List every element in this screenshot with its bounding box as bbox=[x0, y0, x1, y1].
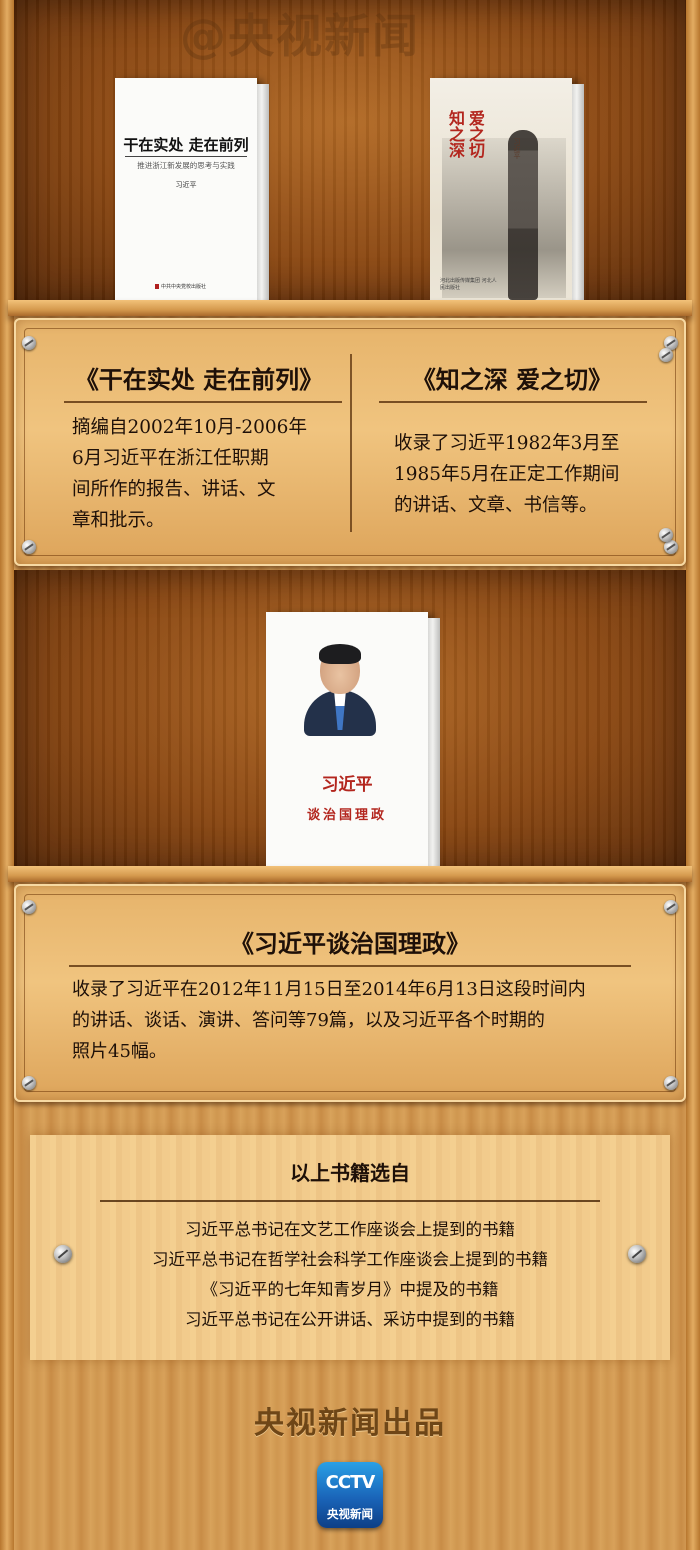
book-cover-zhi-zhi-shen[interactable]: 知之深 爱之切 习近平 河北出版传媒集团 河北人民出版社 bbox=[430, 78, 584, 312]
author-portrait bbox=[304, 644, 376, 736]
book-cover-publisher: 河北出版传媒集团 河北人民出版社 bbox=[440, 278, 497, 291]
screw-icon bbox=[54, 1245, 72, 1263]
description-line: 收录了习近平在2012年11月15日至2014年6月13日这段时间内 bbox=[72, 979, 586, 1000]
book-cover-author: 习近平 bbox=[321, 775, 373, 795]
bookshelf-page: @央视新闻 干在实处 走在前列 推进浙江新发展的思考与实践 习近平 中共中央党校… bbox=[0, 0, 700, 1550]
book-title-zhi-zhi-shen: 《知之深 爱之切》 bbox=[411, 365, 613, 394]
book-cover-author: 习近平 bbox=[175, 181, 197, 189]
screw-icon bbox=[659, 528, 673, 542]
description-line: 收录了习近平1982年3月至 bbox=[394, 433, 620, 454]
sources-title: 以上书籍选自 bbox=[290, 1161, 410, 1185]
sources-item: 习近平总书记在哲学社会科学工作座谈会上提到的书籍 bbox=[152, 1250, 548, 1269]
book-title-tan-zhi-guo-li-zheng: 《习近平谈治国理政》 bbox=[230, 929, 470, 958]
book-cover-title-line2: 爱之切 bbox=[466, 110, 485, 158]
book-cover-rule bbox=[125, 156, 247, 157]
shelf-ledge-top bbox=[8, 300, 692, 316]
screw-icon bbox=[22, 900, 36, 914]
book-spine bbox=[572, 84, 584, 312]
book-cover-author: 习近平 bbox=[513, 138, 521, 159]
book-cover-title: 谈治国理政 bbox=[306, 808, 387, 823]
description-line: 章和批示。 bbox=[72, 510, 165, 531]
screw-icon bbox=[22, 540, 36, 554]
title-underline bbox=[379, 401, 647, 403]
plaque-top: 《干在实处 走在前列》 摘编自2002年10月-2006年 6月习近平在浙江任职… bbox=[14, 318, 686, 566]
book-cover-title-line1: 知之深 bbox=[446, 110, 465, 158]
book-cover-publisher: 中共中央党校出版社 bbox=[155, 283, 206, 290]
description-line: 6月习近平在浙江任职期 bbox=[72, 448, 269, 469]
plaque-divider bbox=[350, 354, 352, 532]
plaque-middle: 《习近平谈治国理政》 收录了习近平在2012年11月15日至2014年6月13日… bbox=[14, 884, 686, 1102]
shelf-ledge-middle bbox=[8, 866, 692, 882]
sources-item: 习近平总书记在文艺工作座谈会上提到的书籍 bbox=[185, 1220, 515, 1239]
book-cover-gan-zai-shi-chu[interactable]: 干在实处 走在前列 推进浙江新发展的思考与实践 习近平 中共中央党校出版社 bbox=[115, 78, 269, 312]
description-line: 照片45幅。 bbox=[72, 1041, 167, 1062]
logo-mark: CCTV bbox=[325, 1472, 376, 1493]
description-line: 的讲话、谈话、演讲、答问等79篇，以及习近平各个时期的 bbox=[72, 1010, 545, 1031]
description-line: 摘编自2002年10月-2006年 bbox=[72, 417, 307, 438]
book-cover-title: 干在实处 走在前列 bbox=[123, 136, 249, 154]
description-line: 间所作的报告、讲话、文 bbox=[72, 479, 276, 500]
book-cover-photo bbox=[442, 138, 566, 298]
screw-icon bbox=[664, 900, 678, 914]
book-title-gan-zai-shi-chu: 《干在实处 走在前列》 bbox=[74, 365, 324, 394]
sources-item: 习近平总书记在公开讲话、采访中提到的书籍 bbox=[185, 1310, 515, 1329]
sources-list: 习近平总书记在文艺工作座谈会上提到的书籍 习近平总书记在哲学社会科学工作座谈会上… bbox=[30, 1215, 670, 1335]
sources-rule bbox=[100, 1200, 600, 1202]
producer-credit: 央视新闻出品 bbox=[254, 1406, 446, 1441]
description-line: 1985年5月在正定工作期间 bbox=[394, 464, 620, 485]
logo-text: 央视新闻 bbox=[327, 1507, 373, 1521]
sources-panel: 以上书籍选自 习近平总书记在文艺工作座谈会上提到的书籍 习近平总书记在哲学社会科… bbox=[30, 1135, 670, 1360]
portrait-hair bbox=[319, 644, 361, 664]
book-spine bbox=[257, 84, 269, 312]
description-line: 的讲话、文章、书信等。 bbox=[394, 495, 598, 516]
book-description: 收录了习近平在2012年11月15日至2014年6月13日这段时间内 的讲话、谈… bbox=[72, 974, 662, 1067]
screw-icon bbox=[22, 336, 36, 350]
screw-icon bbox=[22, 1076, 36, 1090]
title-underline bbox=[69, 965, 631, 967]
screw-icon bbox=[628, 1245, 646, 1263]
book-cover-tan-zhi-guo-li-zheng[interactable]: 习近平 谈治国理政 bbox=[266, 612, 440, 874]
screw-icon bbox=[664, 540, 678, 554]
title-underline bbox=[64, 401, 342, 403]
frame-left bbox=[0, 0, 14, 1550]
screw-icon bbox=[659, 348, 673, 362]
book-description-left: 摘编自2002年10月-2006年 6月习近平在浙江任职期 间所作的报告、讲话、… bbox=[72, 412, 342, 536]
cctv-news-logo-icon[interactable]: CCTV 央视新闻 bbox=[317, 1462, 383, 1528]
sources-item: 《习近平的七年知青岁月》中提及的书籍 bbox=[201, 1280, 499, 1299]
book-cover-subtitle: 推进浙江新发展的思考与实践 bbox=[137, 161, 235, 170]
frame-right bbox=[686, 0, 700, 1550]
screw-icon bbox=[664, 1076, 678, 1090]
watermark: @央视新闻 bbox=[180, 9, 420, 63]
book-description-right: 收录了习近平1982年3月至 1985年5月在正定工作期间 的讲话、文章、书信等… bbox=[394, 428, 644, 521]
book-spine bbox=[428, 618, 440, 874]
